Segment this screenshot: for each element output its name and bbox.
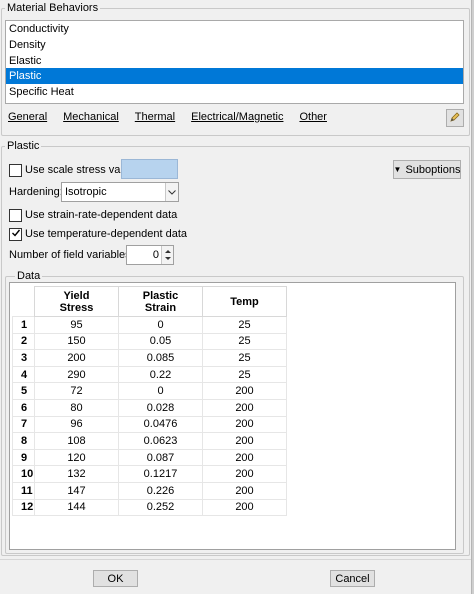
- cell-strain[interactable]: 0.1217: [118, 465, 203, 483]
- cell-yield[interactable]: 72: [34, 382, 119, 400]
- menu-mechanical[interactable]: Mechanical: [60, 111, 122, 127]
- cell-yield[interactable]: 120: [34, 448, 119, 467]
- pencil-icon: [449, 111, 461, 126]
- data-table-container[interactable]: Yield Stress Plastic Strain Temp 1 95 0 25 21…: [9, 282, 456, 550]
- header-plastic-strain[interactable]: Plastic Strain: [118, 286, 203, 317]
- cell-strain[interactable]: 0: [118, 382, 203, 400]
- table-row: 11 147 0.226 200: [12, 481, 287, 500]
- cell-temp[interactable]: 25: [202, 316, 287, 334]
- menu-electrical-magnetic[interactable]: Electrical/Magnetic: [188, 111, 286, 127]
- material-behaviors-title: Material Behaviors: [5, 2, 101, 14]
- header-yield-stress[interactable]: Yield Stress: [34, 286, 119, 317]
- field-vars-value: 0: [152, 249, 159, 261]
- scale-stress-checkbox[interactable]: [9, 164, 22, 177]
- cell-yield[interactable]: 150: [34, 332, 119, 351]
- cell-temp[interactable]: 200: [202, 382, 287, 400]
- strain-rate-label: Use strain-rate-dependent data: [25, 209, 178, 221]
- cell-temp[interactable]: 25: [202, 365, 287, 384]
- cell-yield[interactable]: 144: [34, 498, 119, 517]
- corner-header: [12, 286, 35, 317]
- cell-temp[interactable]: 200: [202, 465, 287, 483]
- cell-strain[interactable]: 0.252: [118, 498, 203, 517]
- behavior-menubar: General Mechanical Thermal Electrical/Ma…: [5, 111, 340, 127]
- data-title: Data: [15, 270, 43, 282]
- cell-temp[interactable]: 25: [202, 349, 287, 367]
- field-vars-spinner[interactable]: 0: [126, 245, 174, 265]
- cell-strain[interactable]: 0.0476: [118, 415, 203, 434]
- behavior-item-elastic[interactable]: Elastic: [6, 53, 463, 69]
- cell-strain[interactable]: 0.0623: [118, 432, 203, 450]
- cell-temp[interactable]: 200: [202, 398, 287, 417]
- cell-yield[interactable]: 290: [34, 365, 119, 384]
- triangle-down-icon: ▼: [393, 165, 402, 174]
- cell-strain[interactable]: 0.226: [118, 481, 203, 500]
- material-behaviors-list[interactable]: Conductivity Density Elastic Plastic Spe…: [5, 20, 464, 104]
- cell-temp[interactable]: 200: [202, 481, 287, 500]
- cell-temp[interactable]: 200: [202, 415, 287, 434]
- button-bar-divider: [0, 559, 471, 560]
- cell-strain[interactable]: 0.05: [118, 332, 203, 351]
- table-row: 5 72 0 200: [12, 382, 287, 400]
- temperature-label: Use temperature-dependent data: [25, 228, 188, 240]
- cell-temp[interactable]: 200: [202, 448, 287, 467]
- header-temp[interactable]: Temp: [202, 286, 287, 317]
- scale-stress-input[interactable]: [121, 159, 178, 179]
- suboptions-button[interactable]: ▼ Suboptions: [393, 160, 461, 179]
- chevron-down-icon: [165, 183, 178, 201]
- cell-yield[interactable]: 200: [34, 349, 119, 367]
- menu-other[interactable]: Other: [296, 111, 330, 127]
- edit-behavior-button[interactable]: [446, 109, 464, 127]
- menu-general[interactable]: General: [5, 111, 50, 127]
- behavior-item-density[interactable]: Density: [6, 37, 463, 53]
- cell-yield[interactable]: 80: [34, 398, 119, 417]
- table-header-row: Yield Stress Plastic Strain Temp: [12, 286, 287, 317]
- table-row: 10 132 0.1217 200: [12, 465, 287, 483]
- hardening-select[interactable]: Isotropic: [61, 182, 179, 202]
- cell-temp[interactable]: 25: [202, 332, 287, 351]
- temperature-checkbox[interactable]: [9, 228, 22, 241]
- table-row: 12 144 0.252 200: [12, 498, 287, 517]
- table-row: 8 108 0.0623 200: [12, 432, 287, 450]
- suboptions-label: Suboptions: [405, 163, 461, 176]
- table-row: 3 200 0.085 25: [12, 349, 287, 367]
- cell-yield[interactable]: 147: [34, 481, 119, 500]
- table-row: 1 95 0 25: [12, 316, 287, 334]
- strain-rate-checkbox[interactable]: [9, 209, 22, 222]
- behavior-item-conductivity[interactable]: Conductivity: [6, 21, 463, 37]
- spinner-arrows-icon[interactable]: [161, 246, 173, 264]
- ok-button[interactable]: OK: [93, 570, 138, 587]
- cell-strain[interactable]: 0.22: [118, 365, 203, 384]
- cell-strain[interactable]: 0.028: [118, 398, 203, 417]
- cell-yield[interactable]: 95: [34, 316, 119, 334]
- table-row: 6 80 0.028 200: [12, 398, 287, 417]
- table-row: 2 150 0.05 25: [12, 332, 287, 351]
- behavior-item-plastic[interactable]: Plastic: [6, 68, 463, 85]
- hardening-value: Isotropic: [65, 186, 107, 198]
- table-row: 7 96 0.0476 200: [12, 415, 287, 434]
- plastic-title: Plastic: [5, 140, 42, 152]
- cell-strain[interactable]: 0.085: [118, 349, 203, 367]
- cell-strain[interactable]: 0: [118, 316, 203, 334]
- cancel-button[interactable]: Cancel: [330, 570, 375, 587]
- cell-strain[interactable]: 0.087: [118, 448, 203, 467]
- data-table: Yield Stress Plastic Strain Temp 1 95 0 25 21…: [12, 286, 287, 517]
- hardening-label: Hardening:: [9, 186, 63, 198]
- field-vars-label: Number of field variables:: [9, 249, 134, 261]
- cell-yield[interactable]: 108: [34, 432, 119, 450]
- checkmark-icon: [11, 228, 21, 241]
- menu-thermal[interactable]: Thermal: [132, 111, 178, 127]
- cell-yield[interactable]: 132: [34, 465, 119, 483]
- table-row: 4 290 0.22 25: [12, 365, 287, 384]
- cell-temp[interactable]: 200: [202, 432, 287, 450]
- cell-yield[interactable]: 96: [34, 415, 119, 434]
- behavior-item-specific-heat[interactable]: Specific Heat: [6, 84, 463, 100]
- cell-temp[interactable]: 200: [202, 498, 287, 517]
- table-row: 9 120 0.087 200: [12, 448, 287, 467]
